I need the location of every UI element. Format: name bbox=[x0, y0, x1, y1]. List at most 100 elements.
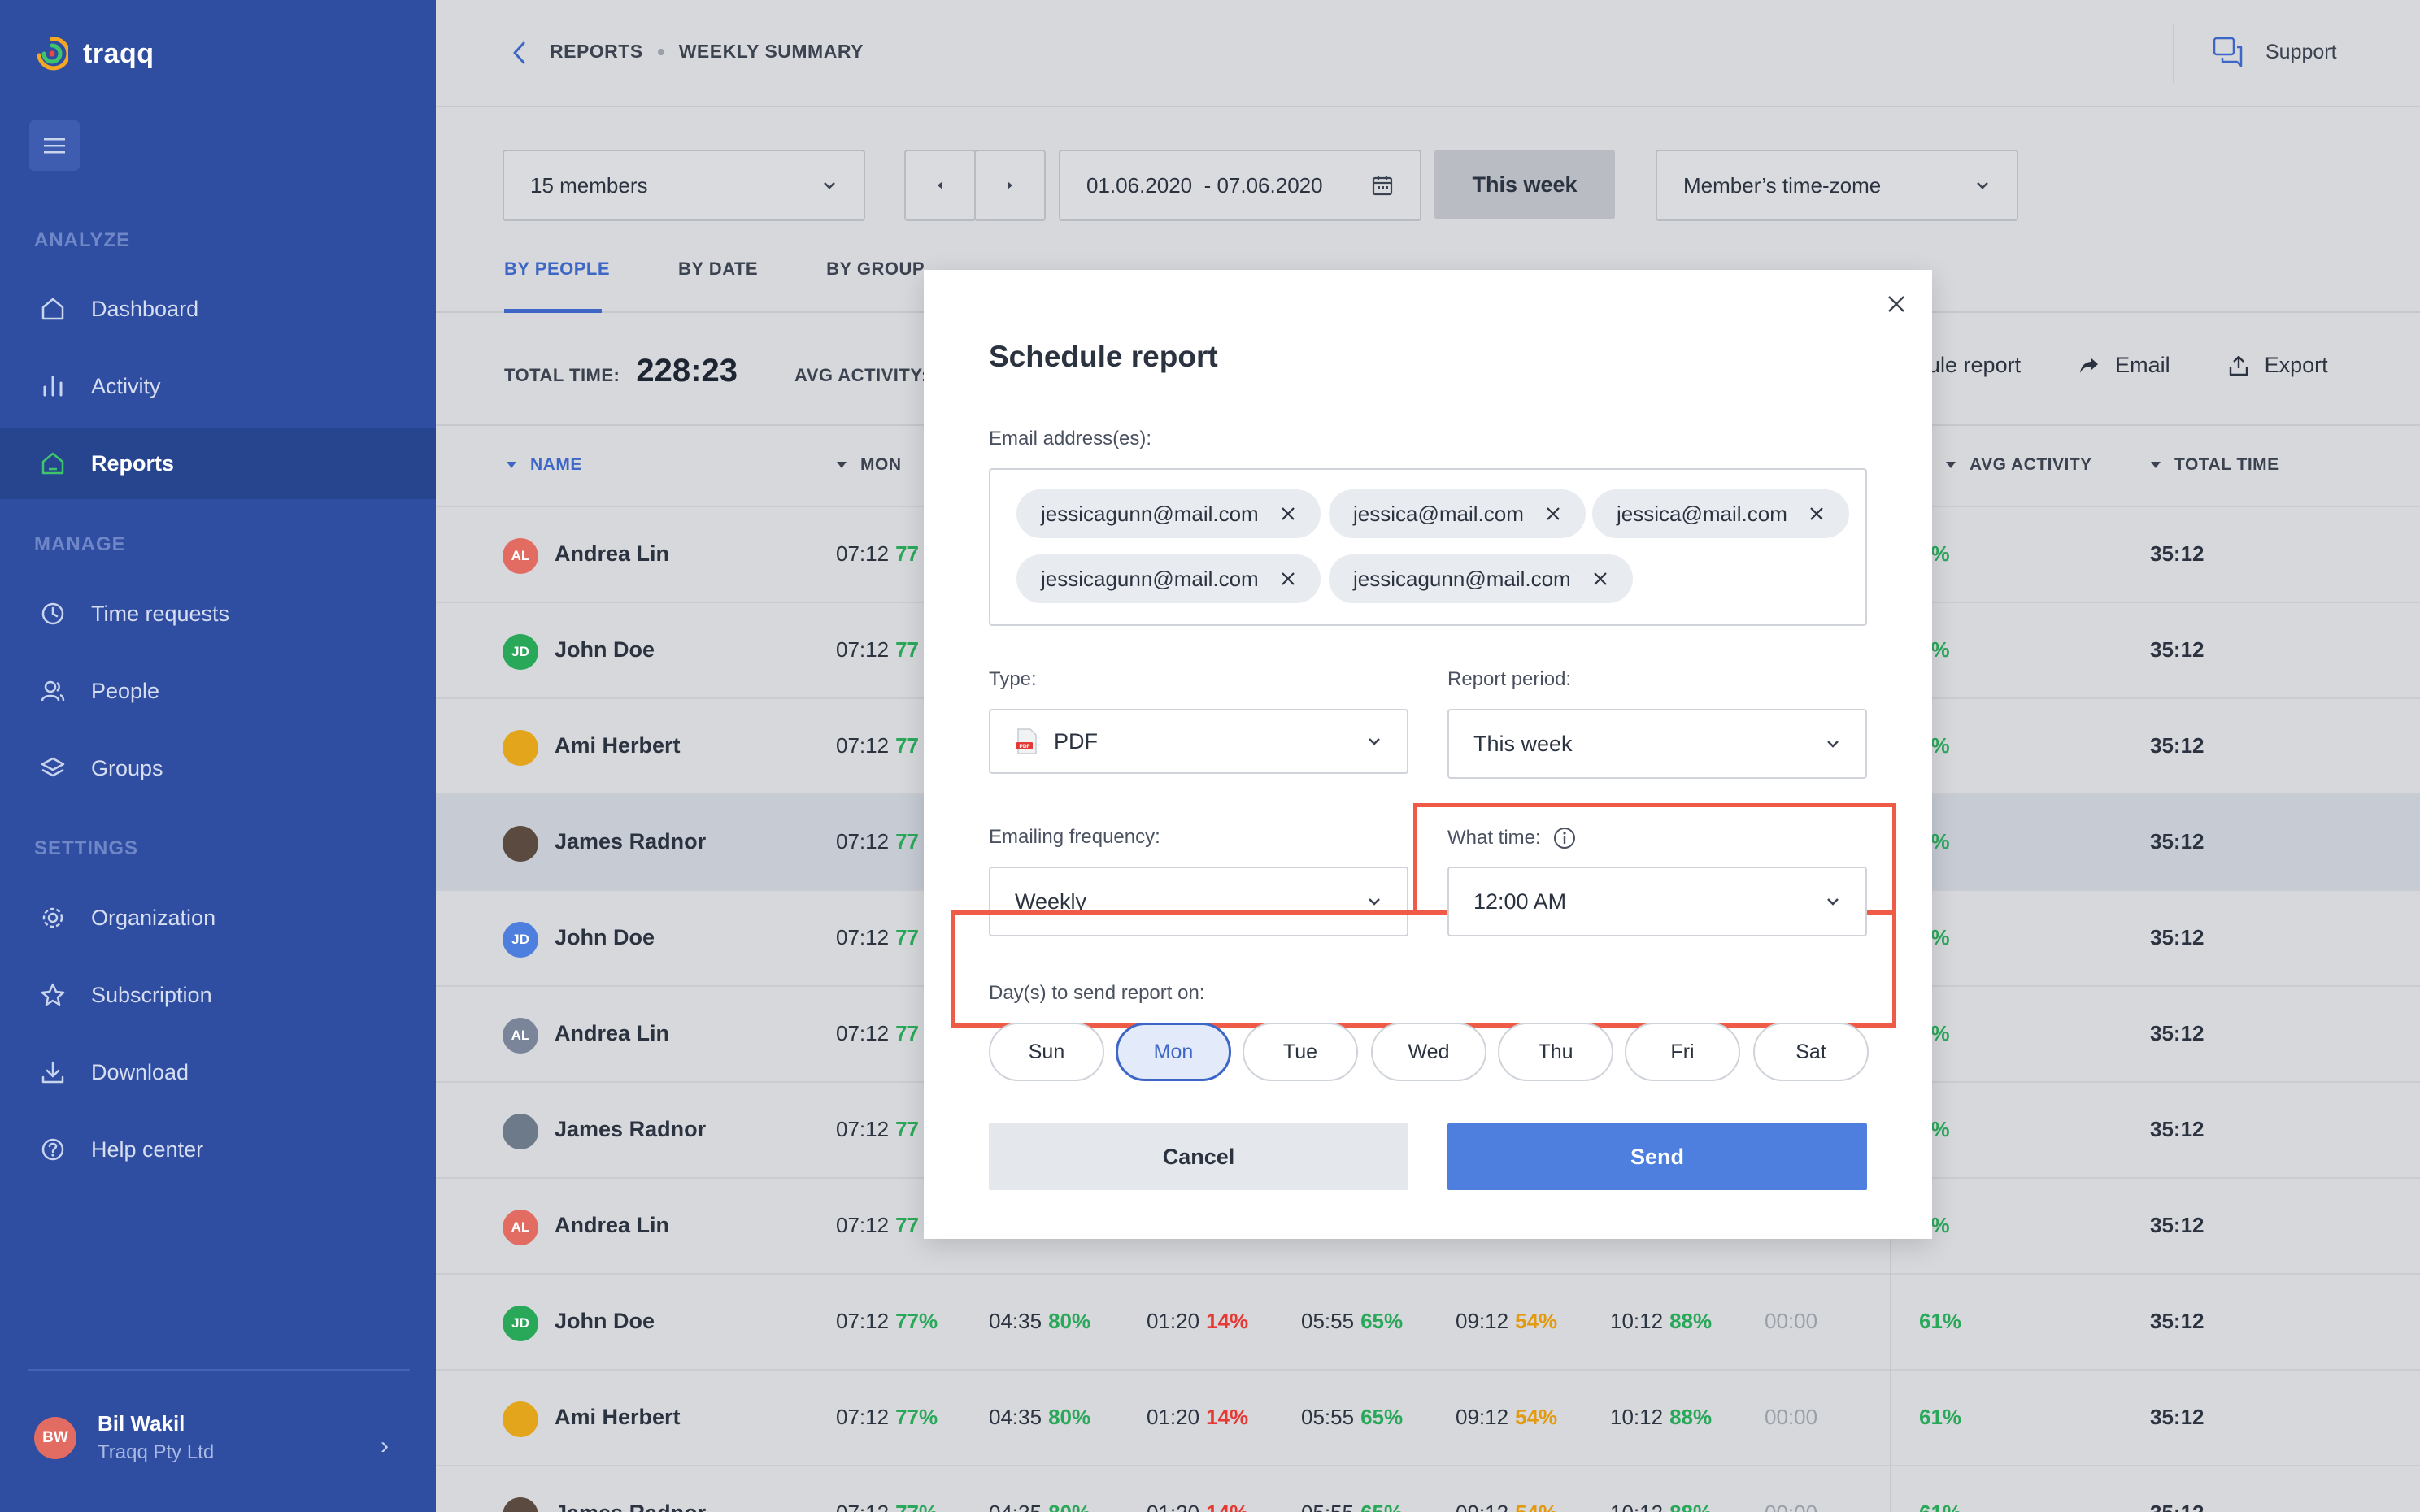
prev-period-button[interactable] bbox=[904, 150, 976, 221]
day-activity: 77 bbox=[895, 733, 919, 758]
column-header-name[interactable]: NAME bbox=[506, 455, 582, 475]
column-header-label: AVG ACTIVITY bbox=[1970, 455, 2092, 474]
column-header-total-time[interactable]: TOTAL TIME bbox=[2150, 455, 2279, 475]
day-activity: 80% bbox=[1048, 1309, 1091, 1333]
send-button[interactable]: Send bbox=[1447, 1123, 1867, 1190]
report-period-select[interactable]: This week bbox=[1447, 709, 1867, 779]
day-wed-button[interactable]: Wed bbox=[1371, 1023, 1486, 1081]
chevron-right-icon[interactable]: › bbox=[381, 1432, 389, 1460]
day-time: 09:12 bbox=[1456, 1501, 1508, 1512]
user-profile[interactable]: BW Bil Wakil Traqq Pty Ltd bbox=[34, 1411, 214, 1464]
member-name[interactable]: Andrea Lin bbox=[555, 1213, 669, 1238]
sidebar-item-dashboard[interactable]: Dashboard bbox=[0, 273, 436, 345]
date-range-picker[interactable]: 01.06.2020 - 07.06.2020 bbox=[1059, 150, 1421, 221]
email-button[interactable]: Email bbox=[2078, 353, 2170, 378]
timezone-select[interactable]: Member’s time-zome bbox=[1656, 150, 2018, 221]
day-mon-button[interactable]: Mon bbox=[1116, 1023, 1231, 1081]
members-select[interactable]: 15 members bbox=[503, 150, 865, 221]
member-name[interactable]: James Radnor bbox=[555, 829, 706, 854]
day-tue-button[interactable]: Tue bbox=[1243, 1023, 1358, 1081]
menu-toggle-button[interactable] bbox=[29, 120, 80, 171]
chevron-down-icon bbox=[1369, 738, 1380, 745]
remove-email-icon[interactable] bbox=[1808, 506, 1825, 522]
column-header-mon[interactable]: MON bbox=[836, 455, 902, 475]
day-sun-button[interactable]: Sun bbox=[989, 1023, 1104, 1081]
email-chip-text: jessicagunn@mail.com bbox=[1353, 566, 1571, 591]
remove-email-icon[interactable] bbox=[1592, 571, 1608, 587]
top-bar: REPORTS WEEKLY SUMMARY Support bbox=[436, 0, 2420, 107]
day-activity: 77 bbox=[895, 1213, 919, 1237]
member-name[interactable]: Andrea Lin bbox=[555, 541, 669, 567]
sidebar-item-reports[interactable]: Reports bbox=[0, 428, 436, 499]
sidebar-item-organization[interactable]: Organization bbox=[0, 882, 436, 954]
back-arrow-icon[interactable] bbox=[511, 39, 529, 67]
tab-by-people[interactable]: BY PEOPLE bbox=[504, 259, 610, 280]
day-fri-button[interactable]: Fri bbox=[1625, 1023, 1740, 1081]
remove-email-icon[interactable] bbox=[1545, 506, 1561, 522]
sidebar-item-time-requests[interactable]: Time requests bbox=[0, 578, 436, 650]
member-name[interactable]: James Radnor bbox=[555, 1501, 706, 1512]
table-row[interactable]: James Radnor 07:12 77% 04:35 80% 01:20 14% 05:5… bbox=[436, 1465, 2420, 1512]
sidebar-item-subscription[interactable]: Subscription bbox=[0, 959, 436, 1031]
tab-by-date[interactable]: BY DATE bbox=[678, 259, 758, 280]
sidebar-item-label: Dashboard bbox=[91, 296, 199, 321]
column-header-avg-activity[interactable]: AVG ACTIVITY bbox=[1945, 455, 2092, 475]
day-cell: 09:1254% bbox=[1456, 1405, 1557, 1430]
day-activity: 80% bbox=[1048, 1501, 1090, 1512]
breadcrumb-reports[interactable]: REPORTS bbox=[550, 41, 643, 63]
member-name[interactable]: John Doe bbox=[555, 637, 655, 663]
sidebar-item-help-center[interactable]: Help center bbox=[0, 1114, 436, 1185]
support-link[interactable]: Support bbox=[2212, 36, 2337, 68]
day-activity: 14% bbox=[1206, 1501, 1248, 1512]
sidebar-item-people[interactable]: People bbox=[0, 655, 436, 727]
avatar: JD bbox=[503, 922, 538, 958]
export-icon bbox=[2229, 355, 2248, 376]
brand[interactable]: traqq bbox=[36, 36, 155, 72]
sidebar-item-activity[interactable]: Activity bbox=[0, 350, 436, 422]
day-time: 09:12 bbox=[1456, 1309, 1509, 1333]
day-sat-button[interactable]: Sat bbox=[1753, 1023, 1869, 1081]
layers-icon bbox=[41, 757, 65, 777]
day-cell: 07:12 77 bbox=[836, 637, 919, 663]
remove-email-icon[interactable] bbox=[1280, 571, 1296, 587]
sidebar-item-groups[interactable]: Groups bbox=[0, 732, 436, 804]
member-name[interactable]: John Doe bbox=[555, 925, 655, 950]
total-time-cell: 35:12 bbox=[2150, 829, 2205, 854]
table-row[interactable]: JD John Doe 07:12 77% 04:35 80% 01:20 14% 05:55 6… bbox=[436, 1273, 2420, 1369]
member-name[interactable]: John Doe bbox=[555, 1309, 655, 1334]
type-select[interactable]: PDF PDF bbox=[989, 709, 1408, 774]
cancel-button[interactable]: Cancel bbox=[989, 1123, 1408, 1190]
sidebar-divider bbox=[28, 1369, 410, 1371]
member-name[interactable]: Ami Herbert bbox=[555, 733, 681, 758]
remove-email-icon[interactable] bbox=[1280, 506, 1296, 522]
email-recipients-input[interactable]: jessicagunn@mail.com jessica@mail.com je… bbox=[989, 468, 1867, 626]
day-time: 07:12 bbox=[836, 1309, 890, 1333]
clock-icon bbox=[41, 602, 64, 625]
table-row[interactable]: Ami Herbert 07:12 77% 04:35 80% 01:20 14% 05:55… bbox=[436, 1369, 2420, 1465]
avatar: JD bbox=[503, 634, 538, 670]
sidebar-item-download[interactable]: Download bbox=[0, 1036, 436, 1108]
this-week-button[interactable]: This week bbox=[1434, 150, 1615, 219]
day-cell: 00:00 bbox=[1765, 1501, 1817, 1512]
report-period-value: This week bbox=[1473, 731, 1573, 756]
day-activity: 14% bbox=[1206, 1405, 1249, 1429]
export-button[interactable]: Export bbox=[2227, 353, 2328, 378]
avatar bbox=[503, 826, 538, 862]
member-name[interactable]: James Radnor bbox=[555, 1117, 706, 1142]
day-time: 04:35 bbox=[989, 1309, 1042, 1333]
tab-by-group[interactable]: BY GROUP bbox=[826, 259, 925, 280]
day-cell: 07:1277% bbox=[836, 1405, 938, 1430]
day-thu-button[interactable]: Thu bbox=[1498, 1023, 1613, 1081]
member-name[interactable]: Andrea Lin bbox=[555, 1021, 669, 1046]
svg-text:PDF: PDF bbox=[1020, 744, 1030, 749]
what-time-select[interactable]: 12:00 AM bbox=[1447, 867, 1867, 936]
info-icon[interactable] bbox=[1552, 826, 1577, 850]
avg-activity-cell: 61% bbox=[1919, 1309, 1962, 1333]
next-period-button[interactable] bbox=[974, 150, 1046, 221]
member-name[interactable]: Ami Herbert bbox=[555, 1405, 681, 1430]
day-activity: 77% bbox=[895, 1309, 938, 1333]
close-button[interactable] bbox=[1880, 288, 1913, 320]
close-icon bbox=[1888, 296, 1904, 312]
day-time: 07:12 bbox=[836, 1405, 890, 1429]
day-cell: 07:1277% bbox=[836, 1309, 938, 1334]
